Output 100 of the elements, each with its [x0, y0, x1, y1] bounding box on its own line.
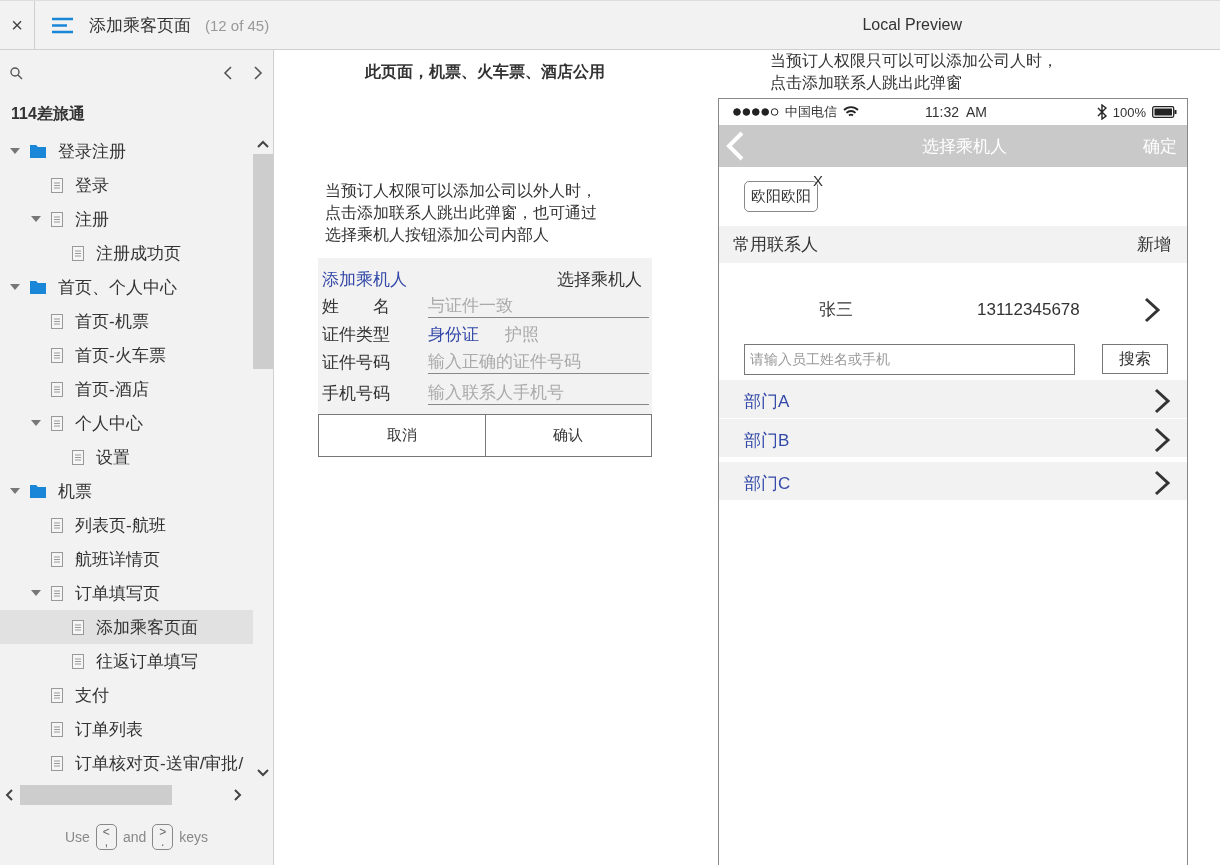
- section-title: 常用联系人: [733, 234, 818, 256]
- page-icon: [72, 653, 84, 669]
- tree-item[interactable]: 订单填写页: [0, 576, 253, 610]
- scrollbar-thumb[interactable]: [20, 785, 172, 805]
- tree-item[interactable]: 登录: [0, 168, 253, 202]
- department-row[interactable]: 部门A: [719, 380, 1187, 418]
- department-row[interactable]: 部门B: [719, 419, 1187, 457]
- tree-item[interactable]: 注册成功页: [0, 236, 253, 270]
- tree-item[interactable]: 航班详情页: [0, 542, 253, 576]
- caret-icon[interactable]: [31, 214, 41, 224]
- tree-item[interactable]: 首页、个人中心: [0, 270, 253, 304]
- page-icon: [51, 313, 63, 329]
- tree-item[interactable]: 往返订单填写: [0, 644, 253, 678]
- project-title: 114差旅通: [10, 104, 86, 124]
- tree-item[interactable]: 机票: [0, 474, 253, 508]
- hint-text: and: [122, 829, 147, 845]
- page-icon: [51, 177, 63, 193]
- annotation-text: 点击添加联系人跳出此弹窗: [770, 73, 963, 93]
- search-button[interactable]: 搜索: [1102, 344, 1168, 374]
- page-icon: [51, 585, 63, 601]
- tree-item[interactable]: 注册: [0, 202, 253, 236]
- page-icon: [51, 551, 63, 567]
- page-icon: [51, 755, 63, 771]
- status-time: 11:32 AM: [925, 104, 987, 120]
- scroll-right-icon[interactable]: [233, 788, 243, 802]
- chevron-right-icon: [1153, 388, 1171, 414]
- input-field[interactable]: 与证件一致: [428, 294, 649, 318]
- page-icon: [51, 381, 63, 397]
- department-name: 部门C: [744, 472, 791, 495]
- department-name: 部门B: [744, 429, 790, 452]
- caret-icon[interactable]: [10, 486, 20, 496]
- page-counter: (12 of 45): [205, 16, 270, 34]
- tree-item[interactable]: 首页-火车票: [0, 338, 253, 372]
- tree-item[interactable]: 列表页-航班: [0, 508, 253, 542]
- field-label: 证件号码: [322, 351, 391, 374]
- hint-text: keys: [179, 829, 209, 845]
- tree-item[interactable]: 个人中心: [0, 406, 253, 440]
- tree-item[interactable]: 设置: [0, 440, 253, 474]
- page-icon: [72, 619, 84, 635]
- page-icon: [51, 517, 63, 533]
- previous-icon[interactable]: [223, 66, 233, 80]
- caret-icon[interactable]: [31, 588, 41, 598]
- annotation-text: 选择乘机人按钮添加公司内部人: [325, 225, 550, 245]
- tree-item[interactable]: 订单核对页-送审/审批/: [0, 746, 253, 780]
- add-link[interactable]: 新增: [1137, 233, 1171, 256]
- chevron-right-icon: [1153, 470, 1171, 496]
- annotation-text: 当预订人权限可以添加公司以外人时，: [325, 181, 598, 201]
- form-tab[interactable]: 添加乘机人: [322, 267, 407, 291]
- caret-icon[interactable]: [10, 146, 20, 156]
- signal-icon: [733, 108, 779, 116]
- page-icon: [51, 211, 63, 227]
- form-tab[interactable]: 选择乘机人: [557, 267, 642, 291]
- scrollbar-thumb[interactable]: [253, 154, 273, 369]
- field-label: 手机号码: [322, 382, 391, 405]
- input-field[interactable]: 输入联系人手机号: [428, 381, 649, 405]
- key-cap: > .: [152, 824, 174, 850]
- contact-phone: 13112345678: [977, 299, 1081, 320]
- caret-icon[interactable]: [31, 418, 41, 428]
- annotation-text: 点击添加联系人跳出此弹窗，也可通过: [325, 203, 598, 223]
- close-button[interactable]: ×: [0, 1, 35, 49]
- chevron-right-icon: [1143, 296, 1161, 323]
- dialog-button[interactable]: 确认: [484, 414, 652, 457]
- remove-button[interactable]: X: [813, 173, 823, 188]
- tree-item[interactable]: 支付: [0, 678, 253, 712]
- option-text[interactable]: 身份证: [428, 322, 479, 346]
- tree-item[interactable]: 首页-机票: [0, 304, 253, 338]
- bluetooth-icon: [1096, 104, 1107, 120]
- page-icon: [72, 245, 84, 261]
- annotation-heading: 此页面，机票、火车票、酒店公用: [363, 62, 606, 82]
- next-icon[interactable]: [253, 66, 263, 80]
- page-icon: [51, 347, 63, 363]
- department-name: 部门A: [744, 390, 790, 413]
- folder-icon: [30, 484, 46, 498]
- folder-icon: [30, 144, 46, 158]
- chevron-right-icon: [1153, 427, 1171, 453]
- page-icon: [51, 687, 63, 703]
- carrier-text: 中国电信: [785, 103, 837, 121]
- tree-item[interactable]: 订单列表: [0, 712, 253, 746]
- key-cap: < ,: [95, 824, 117, 850]
- search-icon[interactable]: [10, 66, 23, 80]
- caret-icon[interactable]: [10, 282, 20, 292]
- field-label: 姓 名: [322, 295, 391, 318]
- input-field[interactable]: 输入正确的证件号码: [428, 350, 649, 374]
- tree-item[interactable]: 添加乘客页面: [0, 610, 253, 644]
- field-label: 证件类型: [322, 323, 391, 346]
- page-icon: [51, 721, 63, 737]
- search-field[interactable]: 请输入员工姓名或手机: [744, 343, 1075, 375]
- battery-percent: 100%: [1112, 104, 1146, 120]
- dialog-button[interactable]: 取消: [318, 414, 486, 457]
- annotation-text: 当预订人权限只可以可以添加公司人时，: [770, 51, 1059, 71]
- page-icon: [51, 415, 63, 431]
- scroll-left-icon[interactable]: [4, 788, 14, 802]
- wifi-icon: [843, 106, 859, 118]
- tree-item[interactable]: 登录注册: [0, 134, 253, 168]
- page-title: 添加乘客页面: [89, 14, 191, 37]
- battery-icon: [1152, 106, 1177, 118]
- page-icon: [72, 449, 84, 465]
- department-row[interactable]: 部门C: [719, 462, 1187, 500]
- menu-icon[interactable]: [52, 16, 73, 34]
- tree-item[interactable]: 首页-酒店: [0, 372, 253, 406]
